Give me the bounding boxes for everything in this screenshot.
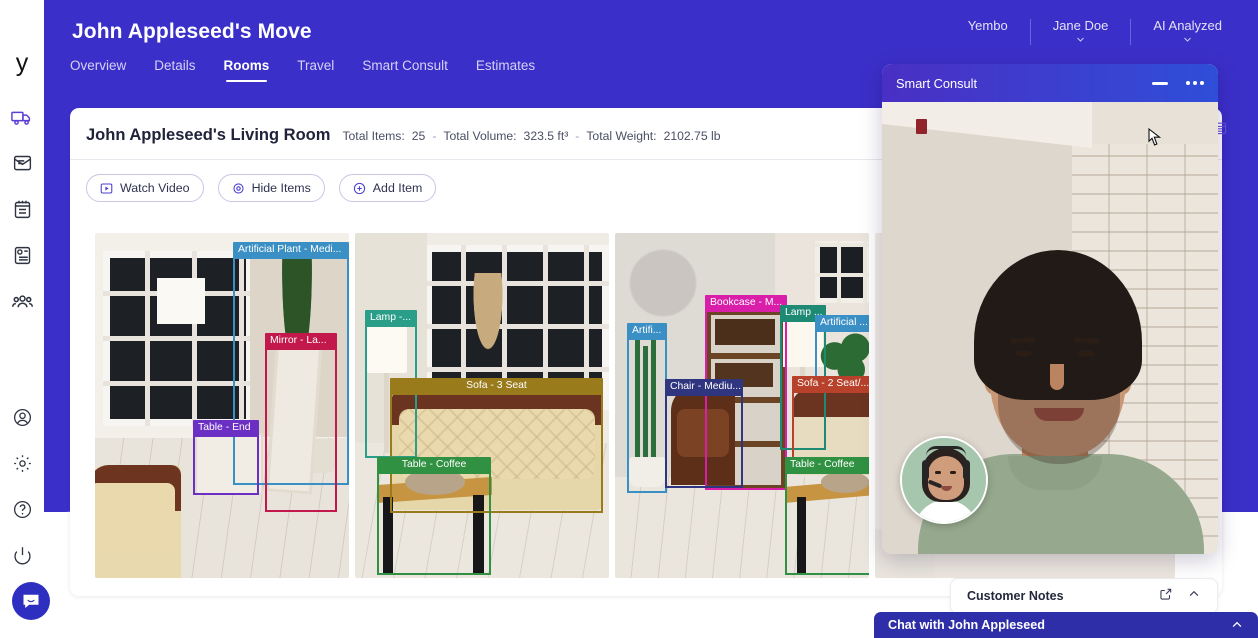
bbox-table-coffee <box>377 470 491 575</box>
customer-notes-card[interactable]: Customer Notes <box>950 578 1218 614</box>
chevron-up-icon[interactable] <box>1230 618 1244 632</box>
customer-eye-left <box>1015 350 1032 357</box>
sidebar-item-team[interactable] <box>9 288 35 314</box>
stat-volume-value: 323.5 ft³ <box>523 129 569 143</box>
agent-eye-right <box>950 471 956 474</box>
agent-headset-band <box>926 446 966 456</box>
tab-details[interactable]: Details <box>154 58 195 82</box>
item-label-chair[interactable]: Chair - Mediu... <box>665 379 743 397</box>
item-label-table-end[interactable]: Table - End <box>193 420 259 438</box>
stat-sep-1: - <box>432 129 437 143</box>
item-label-artificial-plant[interactable]: Artificial Plant - Medi... <box>233 242 349 260</box>
bbox-mirror <box>265 346 337 512</box>
sidebar-item-user[interactable] <box>9 404 35 430</box>
chat-bar-label: Chat with John Appleseed <box>888 618 1045 632</box>
item-label-artificial-plant-right[interactable]: Artificial ... <box>815 315 869 333</box>
item-label-sofa-3-seat[interactable]: Sofa - 3 Seat <box>390 378 603 396</box>
smart-consult-title: Smart Consult <box>896 75 978 91</box>
room-photo-3[interactable]: Artifi... Bookcase - M... Chair - Mediu.… <box>615 233 869 578</box>
external-link-icon[interactable] <box>1159 587 1173 606</box>
agent-headset-right <box>963 460 970 480</box>
app-root: y John Appleseed's Move Overview Details… <box>0 0 1258 638</box>
stat-weight-value: 2102.75 lb <box>663 129 721 143</box>
tab-rooms[interactable]: Rooms <box>224 58 269 82</box>
add-item-button[interactable]: Add Item <box>338 174 437 202</box>
status-menu[interactable]: AI Analyzed <box>1131 18 1244 44</box>
status-label: AI Analyzed <box>1153 18 1222 33</box>
company-label: Yembo <box>967 18 1008 33</box>
sidebar-item-notes[interactable] <box>9 196 35 222</box>
hide-items-label: Hide Items <box>251 181 311 195</box>
tab-travel[interactable]: Travel <box>297 58 334 82</box>
sidebar-item-help[interactable] <box>9 496 35 522</box>
company-name: Yembo <box>946 18 1030 33</box>
watch-video-label: Watch Video <box>120 181 190 195</box>
sidebar-item-mail[interactable] <box>9 150 35 176</box>
customer-notes-title: Customer Notes <box>967 589 1064 603</box>
chevron-down-icon <box>1076 35 1085 44</box>
video-stage[interactable] <box>882 102 1218 554</box>
stat-weight-label: Total Weight: <box>586 129 657 143</box>
item-label-sofa-2-seat[interactable]: Sofa - 2 Seat/... <box>792 376 869 394</box>
room-photo-2[interactable]: Lamp -... Sofa - 3 Seat Table - Coffee <box>355 233 609 578</box>
room-photo-1[interactable]: Artificial Plant - Medi... Mirror - La..… <box>95 233 349 578</box>
main-nav: Overview Details Rooms Travel Smart Cons… <box>70 58 535 82</box>
customer-nose <box>1050 364 1064 390</box>
more-options-icon[interactable] <box>1186 81 1204 85</box>
customer-mouth <box>1034 408 1084 421</box>
agent-eye-left <box>935 471 941 474</box>
item-label-lamp[interactable]: Lamp -... <box>365 310 417 328</box>
smart-consult-header: Smart Consult <box>882 64 1218 102</box>
mouse-cursor <box>1148 127 1162 152</box>
tab-estimates[interactable]: Estimates <box>476 58 535 82</box>
video-wall-object <box>916 119 927 134</box>
bbox-table-coffee <box>785 470 869 575</box>
chat-bar[interactable]: Chat with John Appleseed <box>874 612 1258 638</box>
watch-video-button[interactable]: Watch Video <box>86 174 204 202</box>
sidebar-item-truck[interactable] <box>9 104 35 130</box>
bbox-chair <box>665 392 743 488</box>
smart-consult-panel: Smart Consult <box>882 64 1218 554</box>
add-item-label: Add Item <box>372 181 423 195</box>
agent-video-thumbnail[interactable] <box>900 436 988 524</box>
eye-off-icon <box>232 182 245 195</box>
bbox-table-end <box>193 433 259 495</box>
customer-eye-right <box>1078 350 1095 357</box>
customer-notes-actions <box>1159 587 1201 606</box>
agent-headset-left <box>922 460 929 480</box>
plus-circle-icon <box>353 182 366 195</box>
item-label-artificial-plant-left[interactable]: Artifi... <box>627 323 667 341</box>
agent-face <box>928 456 964 500</box>
item-label-table-coffee[interactable]: Table - Coffee <box>377 457 491 475</box>
page-title: John Appleseed's Move <box>72 20 312 43</box>
bbox-artificial-plant-left <box>627 336 667 493</box>
item-label-table-coffee[interactable]: Table - Coffee <box>785 457 869 475</box>
stat-volume-label: Total Volume: <box>443 129 517 143</box>
chevron-down-icon <box>1183 35 1192 44</box>
room-stats: Total Items: 25 - Total Volume: 323.5 ft… <box>342 129 720 143</box>
stat-sep-2: - <box>575 129 580 143</box>
user-label: Jane Doe <box>1052 18 1109 33</box>
room-title: John Appleseed's Living Room <box>86 126 331 144</box>
intercom-launcher-button[interactable] <box>12 582 50 620</box>
sidebar-main-items <box>9 104 35 314</box>
sidebar-item-power[interactable] <box>9 542 35 568</box>
top-right-menu: Yembo Jane Doe AI Analyzed <box>946 18 1244 45</box>
sidebar-item-settings[interactable] <box>9 450 35 476</box>
tab-overview[interactable]: Overview <box>70 58 126 82</box>
sidebar-bottom-items <box>9 404 35 568</box>
stat-items-value: 25 <box>411 129 426 143</box>
chevron-up-icon[interactable] <box>1187 587 1201 606</box>
item-label-bookcase[interactable]: Bookcase - M... <box>705 295 787 313</box>
stat-items-label: Total Items: <box>342 129 405 143</box>
item-label-mirror[interactable]: Mirror - La... <box>265 333 337 351</box>
minimize-icon[interactable] <box>1152 81 1186 85</box>
tab-smart-consult[interactable]: Smart Consult <box>362 58 448 82</box>
sidebar-item-report[interactable] <box>9 242 35 268</box>
play-icon <box>100 182 113 195</box>
user-menu[interactable]: Jane Doe <box>1031 18 1131 44</box>
hide-items-button[interactable]: Hide Items <box>217 174 325 202</box>
